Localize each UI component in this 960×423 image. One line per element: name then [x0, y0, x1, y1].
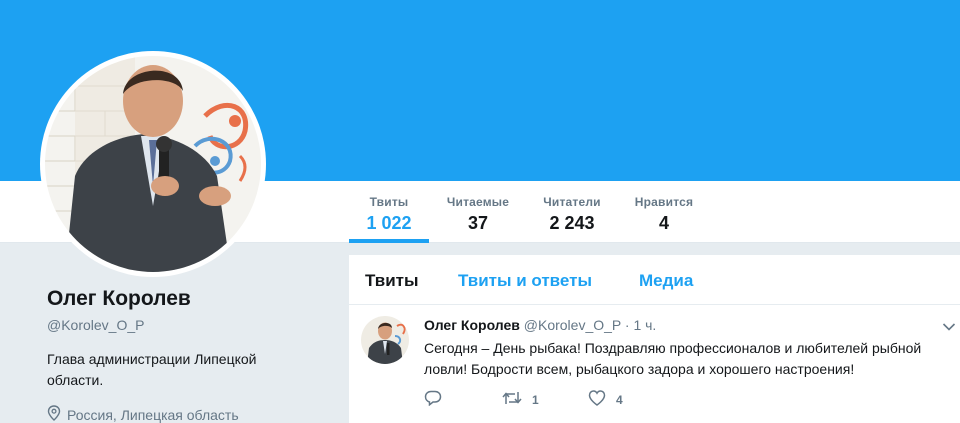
- reply-icon: [424, 390, 442, 409]
- stat-following[interactable]: Читаемые 37: [440, 195, 516, 234]
- stat-likes[interactable]: Нравится 4: [626, 195, 702, 234]
- tab-tweets[interactable]: Твиты: [365, 271, 418, 291]
- tweet-item[interactable]: Олег Королев @Korolev_O_P · 1 ч. Сегодня…: [349, 305, 960, 423]
- profile-card: Олег Королев @Korolev_O_P Глава админист…: [47, 287, 327, 423]
- tab-tweets-replies[interactable]: Твиты и ответы: [458, 271, 592, 291]
- active-stat-underline: [349, 239, 429, 243]
- timeline-tabs: Твиты Твиты и ответы Медиа: [349, 255, 960, 305]
- like-button[interactable]: 4: [588, 390, 623, 409]
- retweet-icon: [502, 390, 522, 409]
- retweet-button[interactable]: 1: [502, 390, 588, 409]
- profile-avatar[interactable]: [45, 56, 261, 272]
- tweet-header: Олег Королев @Korolev_O_P · 1 ч.: [424, 317, 656, 333]
- tweet-text: Сегодня – День рыбака! Поздравляю профес…: [424, 340, 922, 377]
- stat-tweets[interactable]: Твиты 1 022: [349, 195, 429, 234]
- stat-value: 37: [467, 213, 489, 233]
- profile-handle[interactable]: @Korolev_O_P: [47, 317, 327, 333]
- stat-label: Твиты: [369, 195, 409, 209]
- reply-button[interactable]: [424, 390, 502, 409]
- heart-icon: [588, 390, 606, 409]
- tweet-author-name[interactable]: Олег Королев: [424, 317, 520, 333]
- profile-name[interactable]: Олег Королев: [47, 287, 327, 311]
- timeline: Твиты Твиты и ответы Медиа Олег Королев …: [349, 255, 960, 423]
- profile-bio: Глава администрации Липецкой области.: [47, 351, 257, 388]
- stat-label: Читаемые: [446, 195, 510, 209]
- stat-label: Читатели: [543, 195, 601, 209]
- tweet-author-handle[interactable]: @Korolev_O_P: [524, 317, 621, 333]
- stat-value: 4: [658, 213, 669, 233]
- avatar-photo: [45, 56, 261, 272]
- stat-value: 2 243: [549, 213, 595, 233]
- tweet-avatar[interactable]: [361, 316, 409, 364]
- stat-followers[interactable]: Читатели 2 243: [535, 195, 609, 234]
- retweet-count: 1: [532, 392, 539, 407]
- location-text: Россия, Липецкая область: [67, 406, 239, 423]
- like-count: 4: [616, 392, 623, 407]
- tab-media[interactable]: Медиа: [639, 271, 693, 291]
- profile-location: Россия, Липецкая область: [47, 405, 327, 423]
- tweet-actions: 1 4: [424, 390, 623, 409]
- tweet-avatar-photo: [361, 316, 409, 364]
- tweet-timestamp[interactable]: · 1 ч.: [625, 317, 656, 333]
- location-pin-icon: [47, 405, 61, 423]
- stat-label: Нравится: [634, 195, 694, 209]
- stat-value: 1 022: [366, 213, 412, 233]
- chevron-down-icon[interactable]: [942, 319, 956, 337]
